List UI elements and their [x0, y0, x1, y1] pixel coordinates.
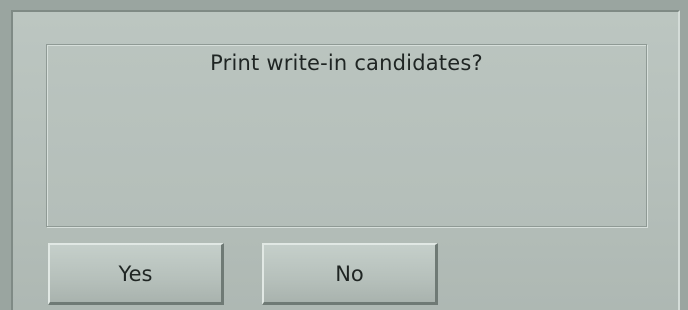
screen: Print write-in candidates? Yes No	[0, 0, 688, 310]
confirm-dialog: Print write-in candidates? Yes No	[11, 10, 680, 310]
yes-button[interactable]: Yes	[48, 243, 224, 305]
dialog-message: Print write-in candidates?	[210, 51, 483, 75]
no-button[interactable]: No	[262, 243, 438, 305]
message-panel: Print write-in candidates?	[46, 44, 647, 227]
